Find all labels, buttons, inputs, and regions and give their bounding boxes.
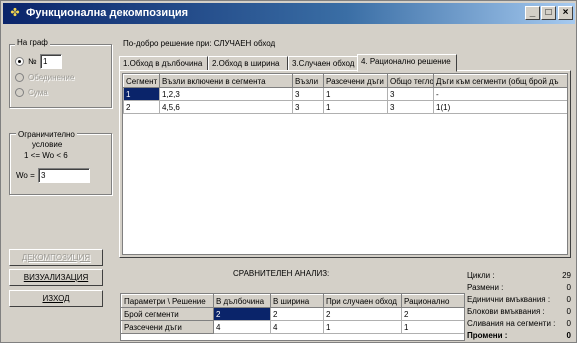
stat-value: 0: [566, 283, 571, 292]
radio-number[interactable]: [15, 57, 24, 66]
main-window: ✤ Функционална декомпозиция _ □ × На гра…: [0, 0, 577, 343]
stat-value: 0: [566, 319, 571, 328]
close-button[interactable]: ×: [558, 6, 573, 20]
table-header-row: Сегмент № Възли включени в сегмента Възл…: [123, 74, 567, 88]
radio-union-label: Обединение: [28, 73, 75, 82]
stat-value: 29: [562, 271, 571, 280]
column-header: Параметри \ Решение: [121, 294, 214, 308]
table-cell[interactable]: 2: [270, 307, 324, 321]
column-header[interactable]: Възли включени в сегмента: [159, 74, 293, 88]
maximize-button[interactable]: □: [541, 6, 556, 20]
window-title: Функционална декомпозиция: [26, 7, 189, 19]
table-row[interactable]: Разсечени дъги 4 4 1 1: [121, 320, 464, 334]
table-cell[interactable]: 1: [323, 87, 388, 101]
radio-sum[interactable]: [15, 88, 24, 97]
table-cell[interactable]: 4: [270, 320, 324, 334]
comparison-table: Параметри \ Решение В дълбочина В ширина…: [121, 294, 464, 334]
row-header: Брой сегменти: [121, 307, 214, 321]
table-cell[interactable]: 2: [401, 307, 464, 321]
constraint-range: 1 <= Wo < 6: [24, 151, 68, 160]
table-row[interactable]: 2 4,5,6 3 1 3 1(1): [123, 100, 567, 114]
table-cell[interactable]: -: [433, 87, 567, 101]
table-cell[interactable]: 1,2,3: [159, 87, 293, 101]
best-solution-text: По-добро решение при: СЛУЧАЕН обход: [123, 39, 276, 48]
tab-depth-first[interactable]: 1.Обход в дълбочина: [119, 56, 208, 71]
stat-label: Размени :: [467, 283, 504, 292]
table-cell[interactable]: 1(1): [433, 100, 567, 114]
table-cell[interactable]: 1: [323, 100, 388, 114]
comparison-header-row: Параметри \ Решение В дълбочина В ширина…: [121, 294, 464, 308]
decomposition-button[interactable]: ДЕКОМПОЗИЦИЯ: [9, 249, 103, 266]
table-row[interactable]: 1 1,2,3 3 1 3 -: [123, 87, 567, 101]
table-cell[interactable]: 4: [213, 320, 271, 334]
constraint-label-line1: Ограничително: [16, 130, 77, 140]
table-cell[interactable]: 3: [387, 100, 434, 114]
stat-label: Промени :: [467, 331, 508, 340]
table-cell[interactable]: 3: [387, 87, 434, 101]
column-header: В дълбочина: [213, 294, 271, 308]
tab-rational[interactable]: 4. Рационално решение: [357, 54, 457, 72]
column-header: При случаен обход: [323, 294, 402, 308]
wo-label: Wo =: [16, 171, 35, 180]
column-header: Рационално: [401, 294, 464, 308]
column-header: В ширина: [270, 294, 324, 308]
column-header[interactable]: Разсечени дъги: [323, 74, 388, 88]
visualization-button[interactable]: ВИЗУАЛИЗАЦИЯ: [9, 269, 103, 286]
stat-value: 0: [566, 295, 571, 304]
stat-label: Сливания на сегменти :: [467, 319, 556, 328]
table-cell[interactable]: 2: [323, 307, 402, 321]
app-icon: ✤: [10, 7, 20, 19]
graph-group-label: На граф: [15, 38, 50, 47]
comparison-title: СРАВНИТЕЛЕН АНАЛИЗ:: [233, 269, 330, 278]
stat-label: Блокови вмъквания :: [467, 307, 545, 316]
graph-number-input[interactable]: 1: [40, 54, 62, 69]
column-header[interactable]: Сегмент №: [123, 74, 160, 88]
table-cell[interactable]: 2: [213, 307, 271, 321]
tab-breadth-first[interactable]: 2.Обход в ширина: [208, 56, 288, 71]
stat-label: Цикли :: [467, 271, 495, 280]
title-bar[interactable]: ✤ Функционална декомпозиция _ □ ×: [3, 3, 575, 24]
table-cell[interactable]: 1: [401, 320, 464, 334]
segments-table: Сегмент № Възли включени в сегмента Възл…: [123, 74, 567, 114]
stat-label: Единични вмъквания :: [467, 295, 551, 304]
exit-button[interactable]: ИЗХОД: [9, 290, 103, 307]
radio-sum-label: Сума: [28, 88, 48, 97]
column-header[interactable]: Общо тегло: [387, 74, 434, 88]
table-row[interactable]: Брой сегменти 2 2 2 2: [121, 307, 464, 321]
column-header[interactable]: Възли: [292, 74, 324, 88]
table-cell[interactable]: 1: [123, 87, 160, 101]
radio-number-label: №: [28, 57, 37, 66]
minimize-button[interactable]: _: [525, 6, 540, 20]
table-cell[interactable]: 3: [292, 100, 324, 114]
table-cell[interactable]: 4,5,6: [159, 100, 293, 114]
radio-union[interactable]: [15, 73, 24, 82]
column-header[interactable]: Дъги към сегменти (общ брой дъ: [433, 74, 567, 88]
wo-input[interactable]: 3: [38, 168, 90, 183]
segments-grid[interactable]: Сегмент № Възли включени в сегмента Възл…: [122, 73, 568, 255]
stat-value: 0: [566, 307, 571, 316]
table-cell[interactable]: 3: [292, 87, 324, 101]
comparison-grid[interactable]: Параметри \ Решение В дълбочина В ширина…: [120, 293, 465, 341]
tab-random[interactable]: 3.Случаен обход: [288, 56, 358, 71]
row-header: Разсечени дъги: [121, 320, 214, 334]
table-cell[interactable]: 1: [323, 320, 402, 334]
table-cell[interactable]: 2: [123, 100, 160, 114]
constraint-label-line2: условие: [32, 140, 63, 149]
stat-value: 0: [566, 331, 571, 340]
